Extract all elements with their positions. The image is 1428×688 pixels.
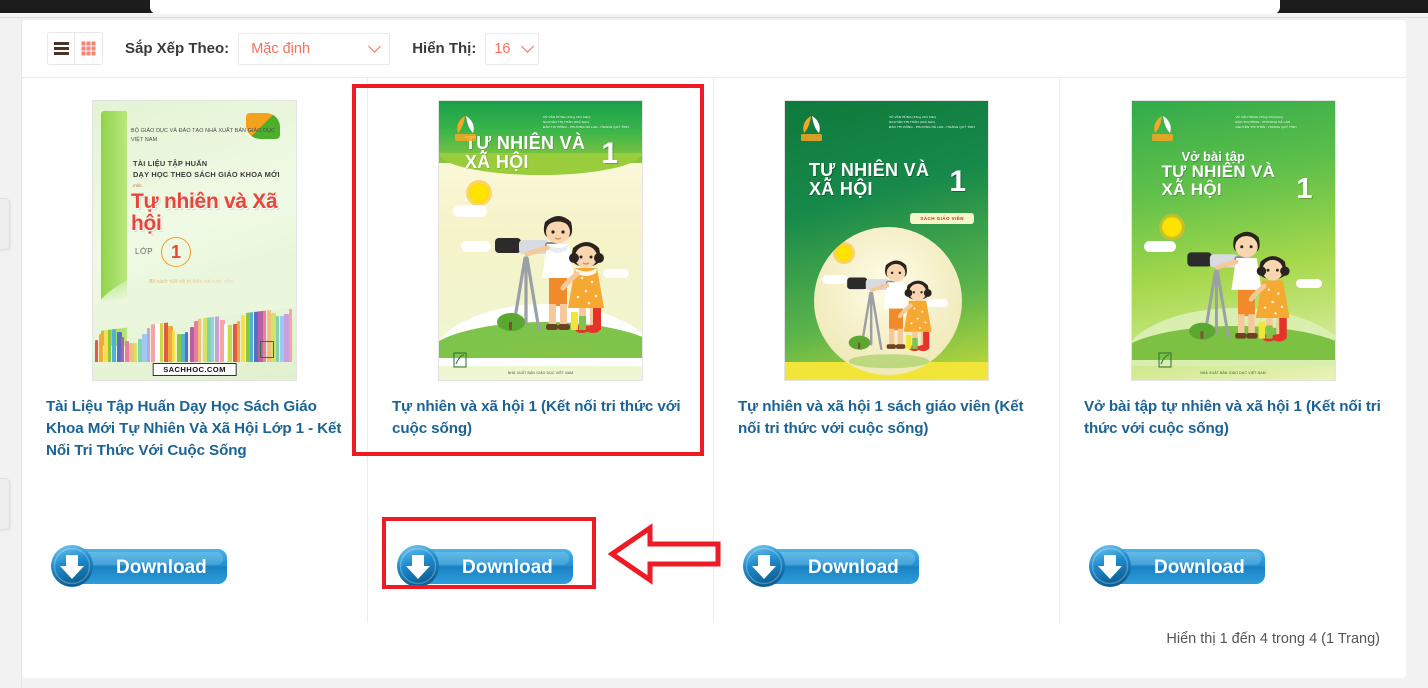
cover-authors: VŨ VĂN HÙNG (Tổng Chủ biên) NGUYỄN THỊ T… (889, 115, 975, 129)
cover-authors: VŨ VĂN HÙNG (Tổng Chủ biên) NGUYỄN THỊ T… (543, 115, 629, 129)
left-arrow-annotation (608, 523, 721, 585)
publisher-mark-icon (453, 352, 467, 368)
download-button-label: Download (116, 557, 207, 578)
download-button[interactable]: Download (392, 543, 578, 589)
product-title-link[interactable]: Tự nhiên và xã hội 1 (Kết nối tri thức v… (392, 396, 689, 440)
download-button[interactable]: Download (46, 543, 232, 589)
sort-label: Sắp Xếp Theo: (125, 40, 230, 57)
cover-publisher: NHÀ XUẤT BẢN GIÁO DỤC VIỆT NAM (1200, 371, 1266, 375)
teacher-edition-badge: SÁCH GIÁO VIÊN (910, 213, 974, 224)
download-button-wrap: Download (1084, 543, 1270, 589)
cover-grade-label: LỚP (135, 247, 154, 256)
cover-line-1: TÀI LIỆU TẬP HUẤN (133, 159, 208, 168)
chevron-down-icon (521, 40, 535, 53)
chevron-down-icon (368, 40, 382, 53)
children-telescope-illustration (847, 260, 932, 369)
list-footer: Hiển thị 1 đến 4 trong 4 (1 Trang) (22, 623, 1406, 678)
book-cover-image: VŨ VĂN HÙNG (Tổng Chủ biên) NGUYỄN THỊ T… (784, 100, 989, 381)
download-button-label: Download (1154, 557, 1245, 578)
book-cover-image: VŨ VĂN HÙNG (Tổng Chủ biên) NGUYỄN THỊ T… (438, 100, 643, 381)
cover-title: TỰ NHIÊN VÀ XÃ HỘI (809, 160, 930, 200)
children-telescope-illustration (1186, 231, 1290, 342)
list-view-icon (53, 42, 69, 55)
top-chrome-strip (0, 0, 1428, 18)
leaf-logo-icon (1150, 113, 1175, 142)
download-button-wrap: Download (738, 543, 924, 589)
cover-ministry-text: BỘ GIÁO DỤC VÀ ĐÀO TẠO NHÀ XUẤT BẢN GIÁO… (131, 128, 276, 143)
product-title-link[interactable]: Vở bài tập tự nhiên và xã hội 1 (Kết nối… (1084, 396, 1382, 440)
sun-icon (469, 183, 489, 203)
cover-subject-word: môn (133, 183, 142, 188)
children-telescope-illustration (495, 216, 604, 355)
download-button-label: Download (462, 557, 553, 578)
product-title-link[interactable]: Tài Liệu Tập Huấn Dạy Học Sách Giáo Khoa… (46, 396, 343, 462)
cloud-icon (1295, 279, 1322, 288)
list-view-button[interactable] (47, 32, 75, 65)
product-image-link[interactable]: VŨ VĂN HÙNG (Tổng Chủ biên) ĐÀO THỊ HỒNG… (1084, 100, 1382, 390)
cloud-icon (461, 241, 491, 252)
left-edge-tab-top[interactable] (0, 198, 10, 250)
product-image-link[interactable]: VŨ VĂN HÙNG (Tổng Chủ biên) NGUYỄN THỊ T… (738, 100, 1035, 390)
sort-select-value: Mặc định (251, 40, 311, 57)
publisher-mark-icon (260, 341, 274, 358)
cover-title: TỰ NHIÊN VÀ XÃ HỘI (1161, 162, 1276, 200)
sort-select[interactable]: Mặc định (238, 32, 391, 65)
product-card[interactable]: VŨ VĂN HÙNG (Tổng Chủ biên) NGUYỄN THỊ T… (714, 78, 1060, 623)
product-card[interactable]: BỘ GIÁO DỤC VÀ ĐÀO TẠO NHÀ XUẤT BẢN GIÁO… (22, 78, 368, 623)
cover-circle-illustration (814, 227, 962, 375)
white-panel-fragment (150, 0, 1280, 14)
download-button-label: Download (808, 557, 899, 578)
cover-watermark: SACHHOC.COM (152, 363, 237, 376)
product-image-link[interactable]: BỘ GIÁO DỤC VÀ ĐÀO TẠO NHÀ XUẤT BẢN GIÁO… (46, 100, 343, 390)
grid-view-button[interactable] (75, 32, 103, 65)
limit-select-value: 16 (494, 40, 511, 57)
product-title-link[interactable]: Tự nhiên và xã hội 1 sách giáo viên (Kết… (738, 396, 1035, 440)
download-button-wrap: Download (392, 543, 578, 589)
product-image-link[interactable]: VŨ VĂN HÙNG (Tổng Chủ biên) NGUYỄN THỊ T… (392, 100, 689, 390)
cover-authors: VŨ VĂN HÙNG (Tổng Chủ biên) ĐÀO THỊ HỒNG… (1235, 115, 1297, 129)
leaf-logo-icon (799, 113, 824, 142)
cover-number: 1 (601, 137, 618, 170)
publisher-mark-icon (1158, 352, 1172, 368)
product-card[interactable]: VŨ VĂN HÙNG (Tổng Chủ biên) ĐÀO THỊ HỒNG… (1060, 78, 1406, 623)
leaf-logo-icon (453, 113, 478, 142)
limit-label: Hiển Thị: (412, 40, 477, 57)
cover-publisher: NHÀ XUẤT BẢN GIÁO DỤC VIỆT NAM (507, 371, 574, 375)
grid-view-icon (82, 42, 95, 55)
book-cover-image: BỘ GIÁO DỤC VÀ ĐÀO TẠO NHÀ XUẤT BẢN GIÁO… (92, 100, 297, 381)
left-edge-tab-bottom[interactable] (0, 478, 10, 530)
cover-line-2: DẠY HỌC THEO SÁCH GIÁO KHOA MỚI (133, 170, 280, 179)
cover-number: 1 (949, 165, 966, 198)
cloud-icon (453, 205, 487, 217)
book-cover-image: VŨ VĂN HÙNG (Tổng Chủ biên) ĐÀO THỊ HỒNG… (1130, 100, 1336, 381)
download-button-wrap: Download (46, 543, 232, 589)
download-button[interactable]: Download (738, 543, 924, 589)
download-button[interactable]: Download (1084, 543, 1270, 589)
cover-title: Tự nhiên và Xã hội (131, 190, 278, 236)
cover-title: TỰ NHIÊN VÀ XÃ HỘI (465, 133, 586, 172)
pagination-summary: Hiển thị 1 đến 4 trong 4 (1 Trang) (1166, 631, 1380, 647)
limit-select[interactable]: 16 (485, 32, 540, 65)
product-toolbar: Sắp Xếp Theo: Mặc định Hiển Thị: 16 (22, 20, 1406, 78)
cover-number: 1 (1296, 173, 1313, 205)
cloud-icon (1143, 241, 1176, 252)
